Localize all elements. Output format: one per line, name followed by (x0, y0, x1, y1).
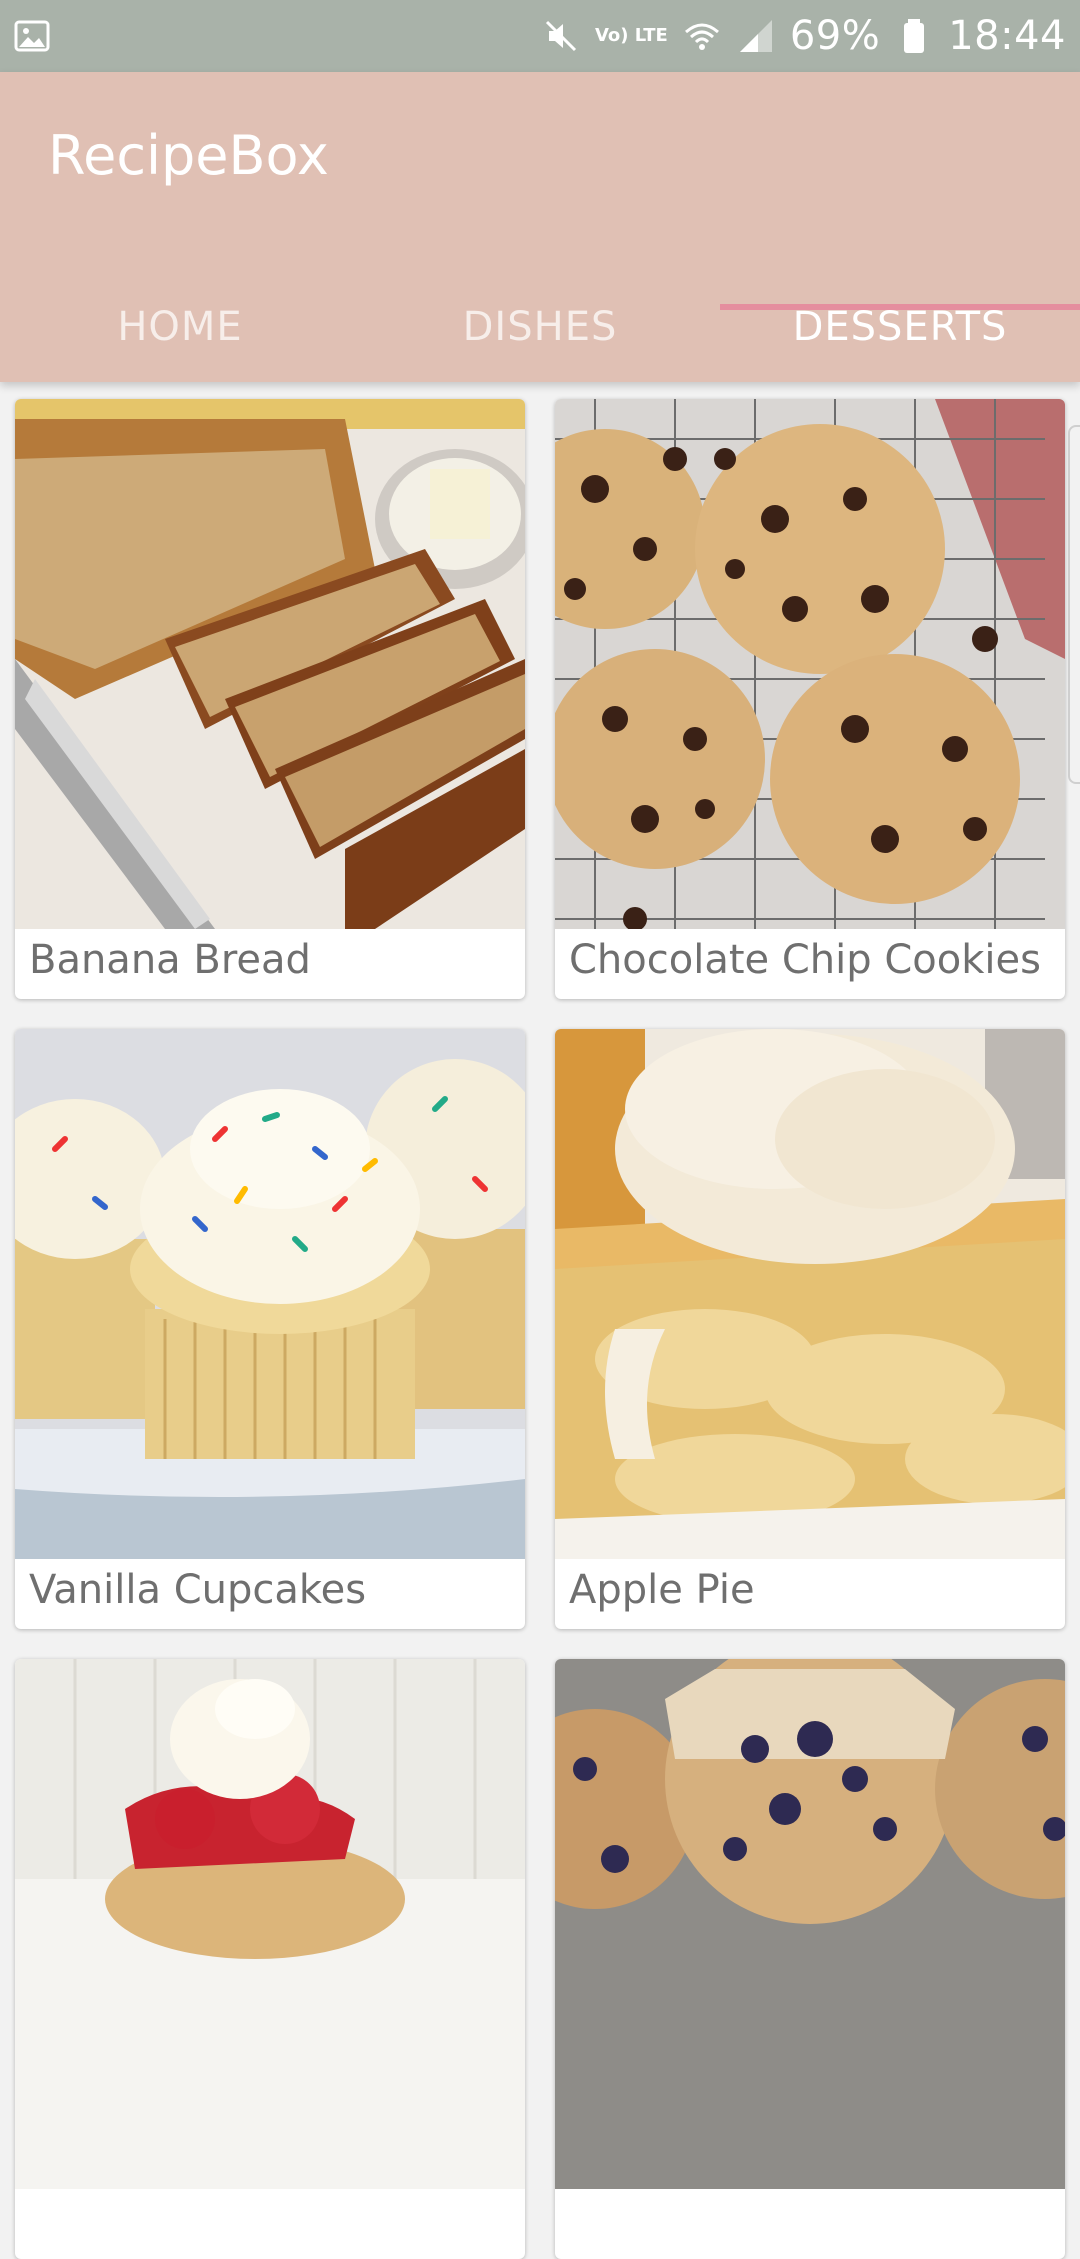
recipe-card-shortcake[interactable] (15, 1659, 525, 2259)
recipe-card-chocolate-chip-cookies[interactable]: Chocolate Chip Cookies (555, 399, 1065, 999)
signal-icon (736, 16, 776, 56)
recipe-card-muffins[interactable] (555, 1659, 1065, 2259)
scroll-hint (1068, 425, 1080, 784)
recipe-image-chocolate-chip-cookies (555, 399, 1065, 929)
app-bar: RecipeBox HOME DISHES DESSERTS (0, 72, 1080, 382)
tab-desserts[interactable]: DESSERTS (720, 272, 1080, 382)
recipe-image-muffins (555, 1659, 1065, 2189)
battery-icon (894, 16, 934, 56)
recipe-card-vanilla-cupcakes[interactable]: Vanilla Cupcakes (15, 1029, 525, 1629)
recipe-image-apple-pie (555, 1029, 1065, 1559)
clock: 18:44 (948, 13, 1066, 59)
volte-icon: Vo) LTE (594, 25, 668, 46)
mute-icon (541, 16, 581, 56)
recipe-image-banana-bread (15, 399, 525, 929)
battery-percentage: 69% (789, 13, 881, 59)
app-title: RecipeBox (48, 124, 329, 187)
recipe-title: Chocolate Chip Cookies (569, 937, 1041, 983)
recipe-image-vanilla-cupcakes (15, 1029, 525, 1559)
tab-indicator (720, 304, 1080, 310)
recipe-title: Vanilla Cupcakes (29, 1567, 367, 1613)
tab-bar: HOME DISHES DESSERTS (0, 272, 1080, 382)
recipe-card-banana-bread[interactable]: Banana Bread (15, 399, 525, 999)
recipe-grid: Banana Bread Chocolate Chip Cookies Vani… (15, 399, 1065, 2259)
recipe-image-shortcake (15, 1659, 525, 2189)
recipe-title (555, 2189, 1065, 2259)
tab-home[interactable]: HOME (0, 272, 360, 382)
recipe-title: Apple Pie (569, 1567, 755, 1613)
recipe-card-apple-pie[interactable]: Apple Pie (555, 1029, 1065, 1629)
recipe-title (15, 2189, 525, 2259)
recipe-title: Banana Bread (29, 937, 311, 983)
wifi-icon (682, 16, 722, 56)
status-bar: Vo) LTE 69% 18:44 (0, 0, 1080, 72)
gallery-icon (14, 18, 50, 54)
tab-dishes[interactable]: DISHES (360, 272, 720, 382)
